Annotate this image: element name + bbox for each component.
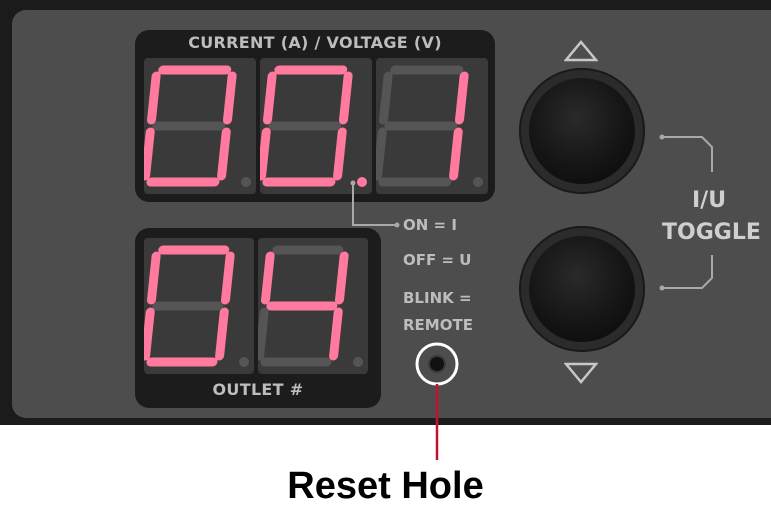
leader-dot (350, 180, 356, 186)
toggle-bracket-bottom (662, 255, 713, 289)
toggle-bracket-top (662, 136, 713, 172)
leader-dot (394, 222, 400, 228)
leader-dot (659, 285, 665, 291)
decimal-leader-line (352, 183, 397, 226)
reset-hole-caption: Reset Hole (287, 465, 484, 507)
annotation-overlay (350, 134, 713, 460)
leader-dot (659, 134, 665, 140)
reset-highlight-circle (415, 342, 459, 386)
